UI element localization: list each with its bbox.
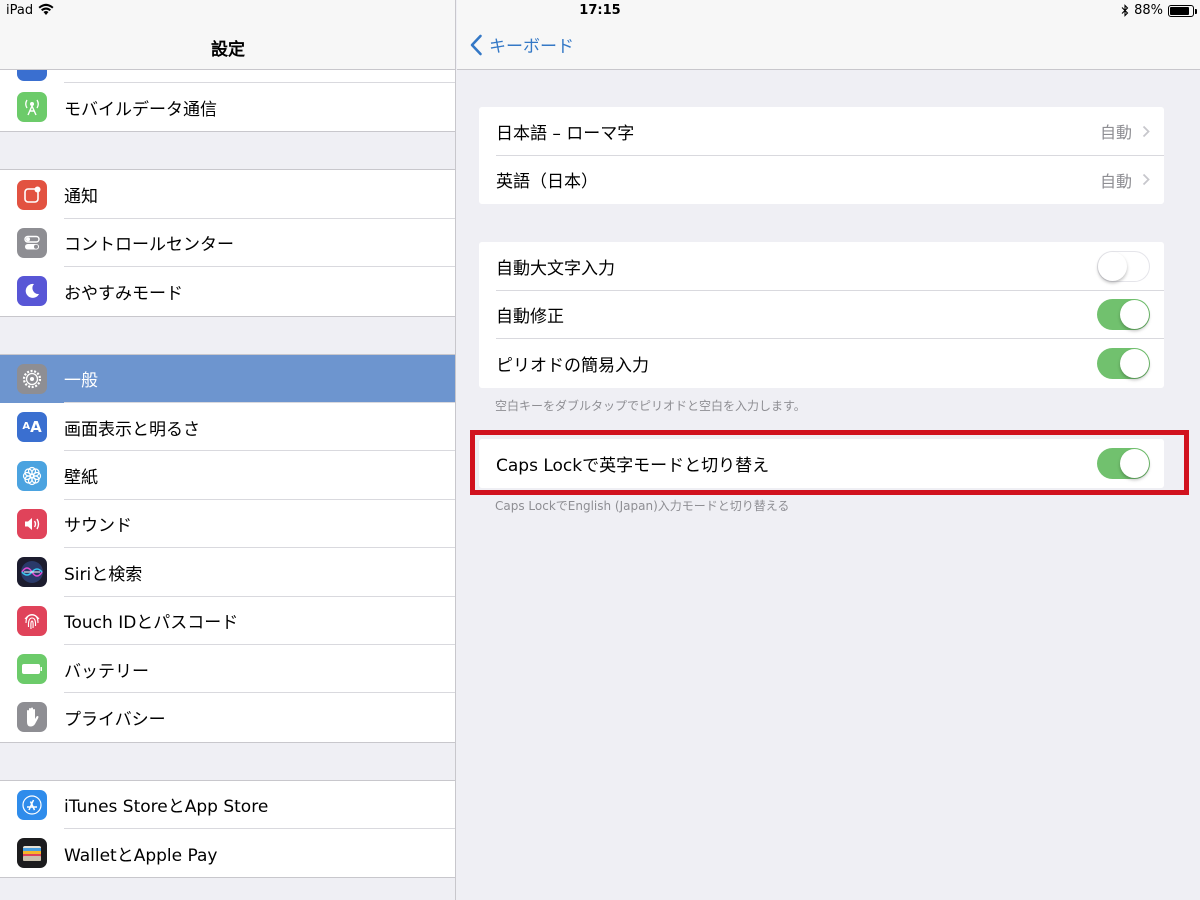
battery-icon — [17, 654, 47, 685]
sidebar-item-label: 一般 — [64, 371, 98, 392]
option-label: 自動大文字入力 — [496, 258, 615, 279]
keyboard-detail-pane: キーボード 日本語 – ローマ字 自動 英語（日本） 自動 自動大文字入力 自動… — [457, 0, 1200, 900]
text-size-icon: AA — [17, 412, 47, 443]
keyboard-label: 日本語 – ローマ字 — [496, 123, 635, 144]
antenna-icon — [17, 92, 47, 123]
sidebar-item-general[interactable]: 一般 — [0, 354, 455, 404]
keyboard-label: 英語（日本） — [496, 172, 598, 193]
sidebar-item-label: Touch IDとパスコード — [64, 613, 239, 634]
settings-list: モバイルデータ通信 通知 コントロールセンター おやすみモード 一般 A A 画… — [0, 70, 455, 879]
keyboard-row-english-japan[interactable]: 英語（日本） 自動 — [479, 156, 1164, 205]
moon-icon — [17, 276, 47, 307]
capslock-footnote: Caps LockでEnglish (Japan)入力モードと切り替える — [495, 499, 790, 513]
sidebar-item-label: バッテリー — [64, 661, 149, 682]
sidebar-item-sounds[interactable]: サウンド — [0, 500, 455, 549]
option-label: ピリオドの簡易入力 — [496, 355, 649, 376]
settings-sidebar: 設定 モバイルデータ通信 通知 コントロールセンター おやすみモード 一般 A … — [0, 0, 456, 900]
sidebar-item-label: 壁紙 — [64, 468, 98, 489]
keyboards-group: 日本語 – ローマ字 自動 英語（日本） 自動 — [479, 107, 1164, 204]
toggles-icon — [17, 227, 47, 258]
battery-icon — [1168, 4, 1197, 17]
sidebar-item-label: 画面表示と明るさ — [64, 419, 200, 440]
sidebar-item-label: iTunes StoreとApp Store — [64, 797, 269, 818]
partial-icon — [17, 70, 47, 81]
keyboard-value: 自動 — [1099, 123, 1132, 143]
sidebar-item-battery[interactable]: バッテリー — [0, 645, 455, 694]
sidebar-item-label: コントロールセンター — [64, 235, 234, 256]
sidebar-title: 設定 — [211, 40, 245, 60]
sidebar-item-wallet[interactable]: WalletとApple Pay — [0, 829, 455, 877]
highlight-box — [470, 430, 1189, 495]
sidebar-item-label: WalletとApple Pay — [64, 845, 218, 866]
gear-icon — [17, 363, 47, 394]
battery-percent: 88% — [1134, 3, 1163, 18]
option-row-auto-capitalization: 自動大文字入力 — [479, 242, 1164, 291]
sidebar-item-itunes-app-store[interactable]: iTunes StoreとApp Store — [0, 781, 455, 830]
auto-correction-toggle[interactable] — [1097, 299, 1150, 331]
sidebar-item-siri[interactable]: Siriと検索 — [0, 548, 455, 597]
sidebar-item-mobile-data[interactable]: モバイルデータ通信 — [0, 83, 455, 131]
sidebar-item-partial[interactable] — [0, 70, 455, 83]
period-shortcut-toggle[interactable] — [1097, 347, 1150, 379]
typing-options-group: 自動大文字入力 自動修正 ピリオドの簡易入力 — [479, 242, 1164, 388]
sidebar-item-label: 通知 — [64, 187, 98, 208]
back-button[interactable]: キーボード — [469, 32, 574, 57]
chevron-left-icon — [470, 34, 482, 55]
sidebar-item-label: サウンド — [64, 516, 132, 537]
status-bar: iPad 17:15 88% — [0, 0, 1200, 22]
app-store-icon — [17, 789, 47, 820]
fingerprint-icon — [17, 605, 47, 636]
sidebar-item-control-center[interactable]: コントロールセンター — [0, 219, 455, 268]
bluetooth-icon — [1121, 4, 1129, 17]
notification-icon — [17, 179, 47, 210]
wallet-icon — [17, 838, 47, 869]
sidebar-item-notifications[interactable]: 通知 — [0, 170, 455, 220]
sidebar-item-display[interactable]: AA 画面表示と明るさ — [0, 403, 455, 452]
back-button-label: キーボード — [489, 37, 574, 57]
option-row-auto-correction: 自動修正 — [479, 291, 1164, 340]
options-footnote: 空白キーをダブルタップでピリオドと空白を入力します。 — [495, 399, 806, 413]
siri-icon — [17, 557, 47, 588]
sidebar-item-label: おやすみモード — [64, 283, 183, 304]
flower-icon — [17, 460, 47, 491]
sidebar-item-do-not-disturb[interactable]: おやすみモード — [0, 267, 455, 315]
auto-capitalization-toggle[interactable] — [1097, 250, 1150, 282]
sidebar-item-privacy[interactable]: プライバシー — [0, 693, 455, 741]
keyboard-value: 自動 — [1099, 171, 1132, 191]
clock: 17:15 — [579, 3, 621, 18]
keyboard-row-japanese-romaji[interactable]: 日本語 – ローマ字 自動 — [479, 107, 1164, 156]
hand-icon — [17, 702, 47, 733]
chevron-right-icon — [1142, 125, 1150, 137]
sidebar-item-label: モバイルデータ通信 — [64, 99, 217, 120]
option-label: 自動修正 — [496, 307, 564, 328]
sidebar-item-wallpaper[interactable]: 壁紙 — [0, 451, 455, 501]
speaker-icon — [17, 508, 47, 539]
option-row-period-shortcut: ピリオドの簡易入力 — [479, 339, 1164, 388]
sidebar-item-label: プライバシー — [64, 709, 166, 730]
sidebar-item-touch-id[interactable]: Touch IDとパスコード — [0, 597, 455, 646]
chevron-right-icon — [1142, 174, 1150, 186]
sidebar-item-label: Siriと検索 — [64, 564, 143, 585]
